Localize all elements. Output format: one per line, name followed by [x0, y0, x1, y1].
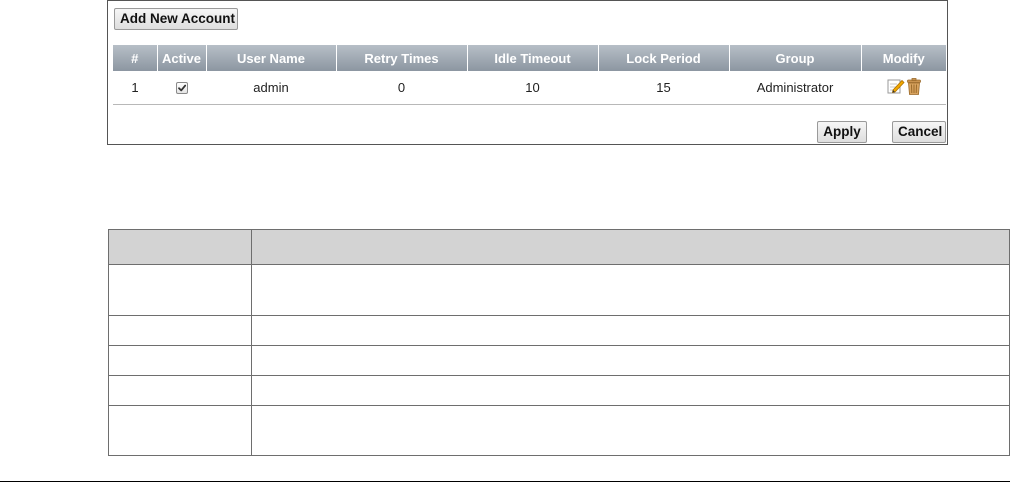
checkmark-icon	[177, 84, 186, 91]
footer-divider	[0, 481, 1010, 482]
field-description-table	[108, 229, 1010, 456]
column-header-retry-times[interactable]: Retry Times	[336, 45, 468, 71]
column-header-index[interactable]: #	[113, 45, 158, 71]
doc-row	[108, 264, 1010, 316]
apply-button[interactable]: Apply	[817, 121, 867, 143]
column-header-lock-period[interactable]: Lock Period	[598, 45, 730, 71]
edit-icon[interactable]	[887, 78, 905, 97]
trash-icon[interactable]	[906, 77, 921, 98]
row-retry-times: 0	[336, 71, 467, 105]
column-header-active[interactable]: Active	[157, 45, 207, 71]
doc-row	[108, 315, 1010, 346]
table-row: 1 admin 0 10 15 Administrator	[113, 71, 946, 105]
doc-row	[108, 345, 1010, 376]
doc-header-label-cell	[108, 229, 252, 265]
row-group: Administrator	[729, 71, 861, 105]
active-checkbox[interactable]	[175, 81, 188, 94]
row-lock-period: 15	[598, 71, 729, 105]
doc-row	[108, 405, 1010, 456]
column-header-user-name[interactable]: User Name	[206, 45, 337, 71]
row-index: 1	[113, 71, 157, 105]
doc-row	[108, 375, 1010, 406]
row-active-cell	[157, 71, 206, 105]
accounts-header-row: # Active User Name Retry Times Idle Time…	[113, 45, 946, 71]
column-header-idle-timeout[interactable]: Idle Timeout	[467, 45, 599, 71]
cancel-button[interactable]: Cancel	[892, 121, 946, 143]
user-account-panel: Add New Account # Active User Name Retry…	[107, 0, 948, 145]
column-header-modify: Modify	[861, 45, 946, 71]
add-new-account-button[interactable]: Add New Account	[114, 8, 238, 30]
row-idle-timeout: 10	[467, 71, 598, 105]
doc-header-row	[108, 229, 1010, 265]
row-user-name: admin	[206, 71, 336, 105]
doc-header-description-cell	[251, 229, 1010, 265]
column-header-group[interactable]: Group	[729, 45, 862, 71]
accounts-table: # Active User Name Retry Times Idle Time…	[113, 45, 946, 105]
row-modify-cell	[861, 71, 946, 105]
